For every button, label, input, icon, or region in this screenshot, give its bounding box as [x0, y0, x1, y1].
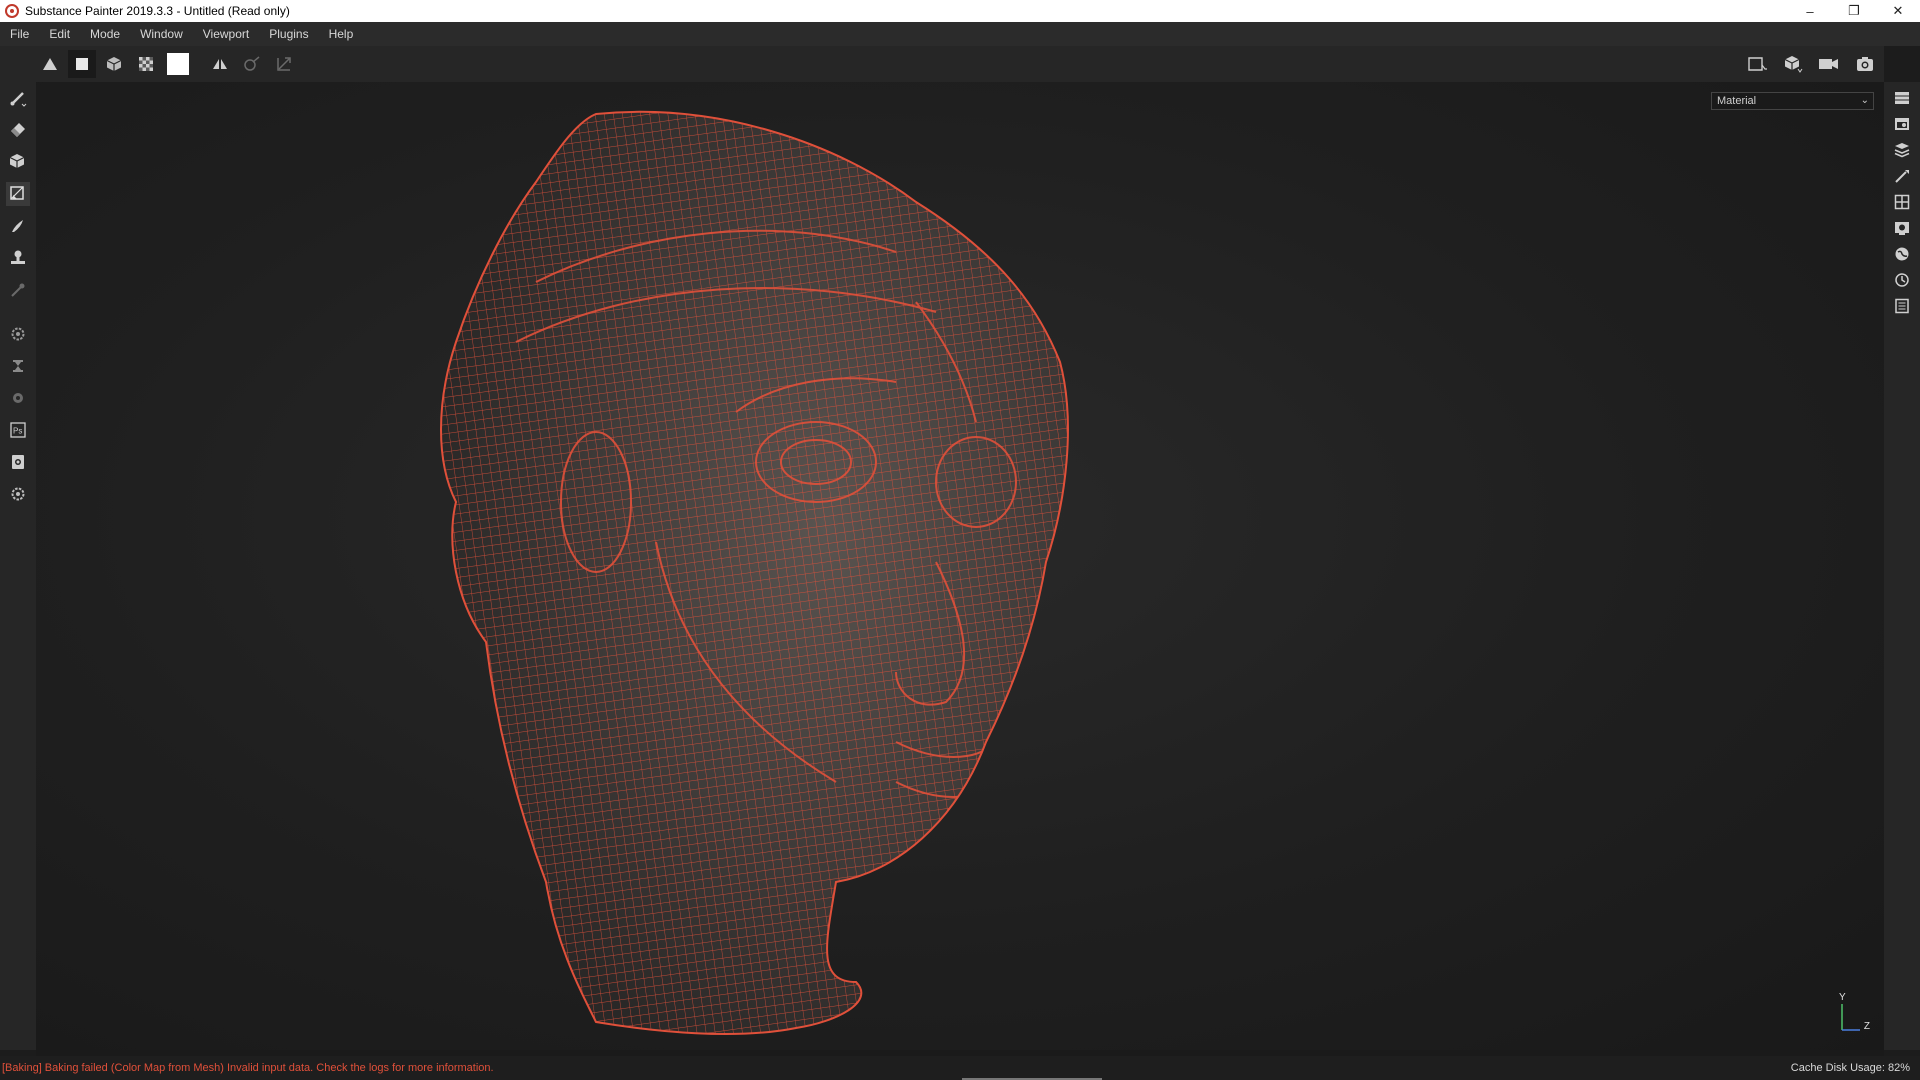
menu-edit[interactable]: Edit: [39, 22, 80, 46]
object-cube-icon[interactable]: [1778, 50, 1808, 78]
window-controls: – ❐ ✕: [1788, 0, 1920, 22]
toolbar-right-group: [1740, 46, 1884, 82]
baking-error-message[interactable]: [Baking] Baking failed (Color Map from M…: [0, 1062, 494, 1074]
paint-brush-icon[interactable]: [6, 86, 30, 110]
plugin-settings-icon[interactable]: [6, 482, 30, 506]
mirror-icon[interactable]: [206, 50, 234, 78]
environment-icon[interactable]: [1890, 242, 1914, 266]
cache-disk-usage: Cache Disk Usage: 82%: [1790, 1062, 1910, 1074]
status-bar: [Baking] Baking failed (Color Map from M…: [0, 1056, 1920, 1080]
left-toolbar: Ps: [0, 46, 36, 1050]
transform-icon[interactable]: [270, 50, 298, 78]
photoshop-icon[interactable]: Ps: [6, 418, 30, 442]
menu-help[interactable]: Help: [319, 22, 364, 46]
window-title: Substance Painter 2019.3.3 - Untitled (R…: [25, 4, 290, 18]
display-settings-icon[interactable]: [1890, 190, 1914, 214]
axis-gizmo: Y Z: [1836, 992, 1870, 1032]
properties-icon[interactable]: [1890, 164, 1914, 188]
screenshot-icon[interactable]: [1850, 50, 1880, 78]
eraser-icon[interactable]: [6, 118, 30, 142]
axis-z-label: Z: [1863, 1021, 1870, 1032]
close-button[interactable]: ✕: [1876, 0, 1920, 22]
sculpt-icon[interactable]: [6, 386, 30, 410]
menu-bar: File Edit Mode Window Viewport Plugins H…: [0, 22, 1920, 46]
texture-set-list-icon[interactable]: [1890, 86, 1914, 110]
substance-painter-icon: [5, 4, 19, 18]
menu-mode[interactable]: Mode: [80, 22, 130, 46]
menu-window[interactable]: Window: [130, 22, 193, 46]
white-swatch-icon[interactable]: [164, 50, 192, 78]
smudge-icon[interactable]: [6, 214, 30, 238]
svg-text:Ps: Ps: [13, 427, 22, 436]
lazy-mouse-icon[interactable]: [238, 50, 266, 78]
symmetry-icon[interactable]: [36, 50, 64, 78]
menu-file[interactable]: File: [0, 22, 39, 46]
cube-icon[interactable]: [100, 50, 128, 78]
wireframe-head-model: [440, 110, 1069, 1035]
viewer-settings-icon[interactable]: [1890, 216, 1914, 240]
clone-icon[interactable]: [6, 246, 30, 270]
history-icon[interactable]: [1890, 268, 1914, 292]
log-icon[interactable]: [1890, 294, 1914, 318]
restore-button[interactable]: ❐: [1832, 0, 1876, 22]
checker-icon[interactable]: [132, 50, 160, 78]
layers-icon[interactable]: [1890, 138, 1914, 162]
minimize-button[interactable]: –: [1788, 0, 1832, 22]
solid-square-icon[interactable]: [68, 50, 96, 78]
bake-settings-icon[interactable]: [6, 322, 30, 346]
menu-plugins[interactable]: Plugins: [259, 22, 318, 46]
polygon-fill-icon[interactable]: [6, 182, 30, 206]
perspective-view-icon[interactable]: [1742, 50, 1772, 78]
texture-set-settings-icon[interactable]: [1890, 112, 1914, 136]
camera-icon[interactable]: [1814, 50, 1844, 78]
top-toolbar: [36, 46, 1884, 82]
color-picker-icon[interactable]: [6, 278, 30, 302]
iray-icon[interactable]: [6, 354, 30, 378]
projection-icon[interactable]: [6, 150, 30, 174]
title-bar: Substance Painter 2019.3.3 - Untitled (R…: [0, 0, 1920, 22]
export-icon[interactable]: [6, 450, 30, 474]
right-toolbar: [1884, 82, 1920, 1050]
menu-viewport[interactable]: Viewport: [193, 22, 259, 46]
3d-viewport[interactable]: Material ⌄ Y Z: [36, 82, 1884, 1050]
